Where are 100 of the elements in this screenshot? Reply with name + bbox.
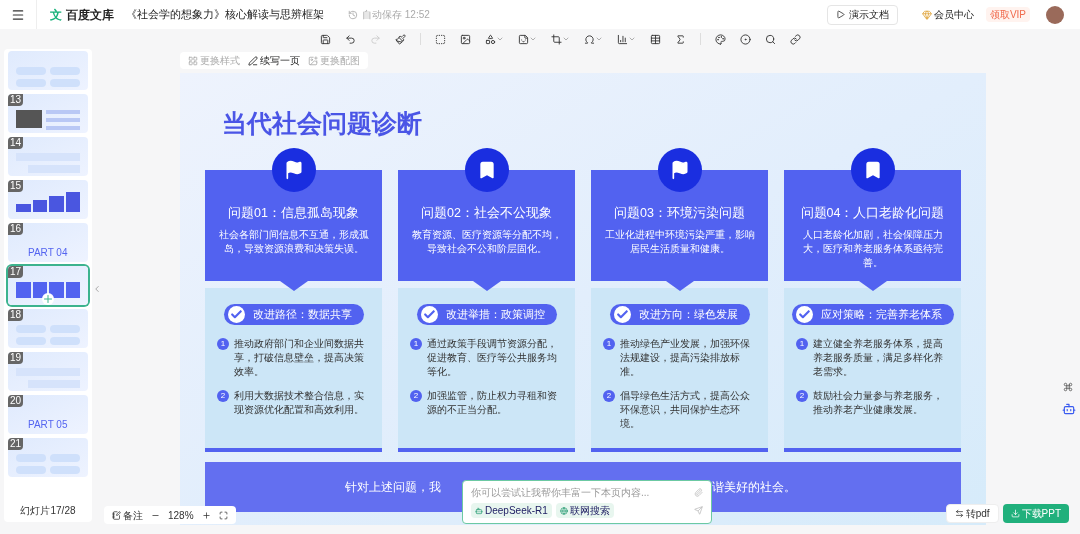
crop-tool[interactable]	[550, 33, 570, 45]
table-tool[interactable]	[649, 33, 661, 45]
problem-title: 问题01：信息孤岛现象	[228, 204, 359, 222]
slide-thumbnail[interactable]: 20 PART 05	[8, 395, 88, 434]
slide-number: 13	[8, 94, 24, 106]
notes-icon	[112, 510, 121, 520]
solution-badge: 改进方向：绿色发展	[609, 303, 750, 325]
slide-thumbnail[interactable]: 14	[8, 137, 88, 176]
problem-title: 问题02：社会不公现象	[421, 204, 552, 222]
image-tool[interactable]	[459, 33, 471, 45]
logo-text[interactable]: 百度文库	[66, 5, 114, 24]
textbox-tool[interactable]	[434, 33, 446, 45]
slide-title: 当代社会问题诊断	[222, 108, 423, 139]
photo-placeholder	[16, 110, 42, 128]
assistant-icon[interactable]	[1062, 402, 1076, 416]
slide-number: 19	[8, 352, 24, 364]
ai-option-chip[interactable]: 联网搜索	[555, 503, 614, 518]
convert-pdf-button[interactable]: 转pdf	[945, 504, 999, 523]
number-badge: 1	[796, 337, 808, 350]
solution-text: 鼓励社会力量参与养老服务，推动养老产业健康发展。	[813, 388, 944, 417]
slide-thumbnail[interactable]: 18	[8, 309, 88, 348]
menu-icon[interactable]	[11, 7, 25, 22]
search-tool[interactable]	[764, 33, 776, 45]
solution-text: 推动政府部门和企业间数据共享，打破信息壁垒，提高决策效率。	[234, 336, 365, 379]
slide-number: 18	[8, 309, 24, 321]
slide-action-button[interactable]: 续写一页	[248, 53, 300, 68]
save-tool[interactable]	[319, 33, 331, 45]
pen-icon	[248, 55, 258, 66]
solution-text: 利用大数据技术整合信息，实现资源优化配置和高效利用。	[234, 388, 365, 417]
play-icon	[835, 10, 845, 19]
solution-badge: 改进路径：数据共享	[223, 303, 364, 325]
avatar[interactable]	[1046, 5, 1064, 24]
slide-thumbnail[interactable]: 16 PART 04	[8, 223, 88, 262]
caret-icon	[495, 35, 504, 43]
problem-description: 教育资源、医疗资源等分配不均，导致社会不公和阶层固化。	[410, 228, 563, 257]
slide-counter: 幻灯片17/28	[20, 504, 76, 518]
solution-text: 倡导绿色生活方式，提高公众环保意识，共同保护生态环境。	[620, 388, 751, 431]
present-button[interactable]: 演示文档	[826, 4, 898, 25]
command-icon[interactable]	[1063, 382, 1073, 392]
number-badge: 1	[410, 337, 422, 350]
slide-thumbnail[interactable]: 15	[8, 180, 88, 219]
slide-number: 14	[8, 137, 24, 149]
solution-text: 加强监管，防止权力寻租和资源的不正当分配。	[427, 388, 558, 417]
formula-tool[interactable]	[674, 33, 686, 45]
number-badge: 1	[217, 337, 229, 350]
zoom-in-icon[interactable]	[201, 510, 211, 520]
check-icon	[420, 305, 438, 323]
caret-icon	[561, 35, 570, 43]
image-icon	[308, 55, 318, 66]
solution-badge: 应对策略：完善养老体系	[791, 303, 954, 325]
download-icon	[1010, 509, 1020, 518]
slide-number: 16	[8, 223, 24, 235]
banner-text: 谐美好的社会。	[712, 478, 796, 496]
member-center-link[interactable]: 会员中心	[933, 7, 974, 22]
autosave-icon	[348, 9, 358, 20]
palette-tool[interactable]	[714, 33, 726, 45]
problem-description: 工业化进程中环境污染严重，影响居民生活质量和健康。	[603, 228, 756, 257]
number-badge: 2	[796, 389, 808, 402]
check-icon	[613, 305, 631, 323]
caret-icon	[594, 35, 603, 43]
zoom-level: 128%	[168, 508, 194, 523]
shapes-tool[interactable]	[484, 33, 504, 45]
number-badge: 1	[603, 337, 615, 350]
problem-title: 问题04：人口老龄化问题	[800, 204, 945, 222]
logo-mark: 文	[50, 6, 62, 24]
number-badge: 2	[603, 389, 615, 402]
symbol-tool[interactable]	[583, 33, 603, 45]
caret-icon	[528, 35, 537, 43]
ai-option-chip[interactable]: DeepSeek-R1	[471, 503, 552, 518]
slide-thumbnail[interactable]: 19	[8, 352, 88, 391]
problem-description: 人口老龄化加剧，社会保障压力大，医疗和养老服务体系亟待完善。	[801, 228, 944, 271]
solution-text: 建立健全养老服务体系，提高养老服务质量，满足多样化养老需求。	[813, 336, 944, 379]
slide-number: 21	[8, 438, 24, 450]
notes-button[interactable]: 备注	[112, 507, 143, 523]
layout-icon	[188, 55, 198, 66]
problem-description: 社会各部门间信息不互通，形成孤岛，导致资源浪费和决策失误。	[217, 228, 370, 257]
undo-tool[interactable]	[344, 33, 356, 45]
sticker-tool[interactable]	[517, 33, 537, 45]
thumbnail-title: PART 05	[28, 419, 68, 430]
slide-thumbnail[interactable]	[8, 51, 88, 90]
thumbnail-title: PART 04	[28, 247, 68, 258]
slide-thumbnail[interactable]: 17	[8, 266, 88, 305]
solution-text: 通过政策手段调节资源分配，促进教育、医疗等公共服务均等化。	[427, 336, 558, 379]
number-badge: 2	[410, 389, 422, 402]
link-tool[interactable]	[789, 33, 801, 45]
solution-text: 推动绿色产业发展，加强环保法规建设，提高污染排放标准。	[620, 336, 751, 379]
swap-icon	[954, 509, 964, 518]
vip-badge[interactable]: 领取VIP	[985, 7, 1030, 22]
caret-icon	[627, 35, 636, 43]
slide-number: 15	[8, 180, 24, 192]
chart-tool[interactable]	[616, 33, 636, 45]
bot-icon	[475, 506, 483, 515]
record-tool[interactable]	[739, 33, 751, 45]
fit-screen-icon[interactable]	[218, 510, 228, 520]
globe-icon	[559, 506, 568, 515]
solution-badge: 改进举措：政策调控	[416, 303, 557, 325]
slide-thumbnail[interactable]: 21	[8, 438, 88, 477]
slide-thumbnail[interactable]: 13	[8, 94, 88, 133]
brush-tool[interactable]	[394, 33, 406, 45]
document-title[interactable]: 《社会学的想象力》核心解读与思辨框架	[126, 6, 324, 23]
